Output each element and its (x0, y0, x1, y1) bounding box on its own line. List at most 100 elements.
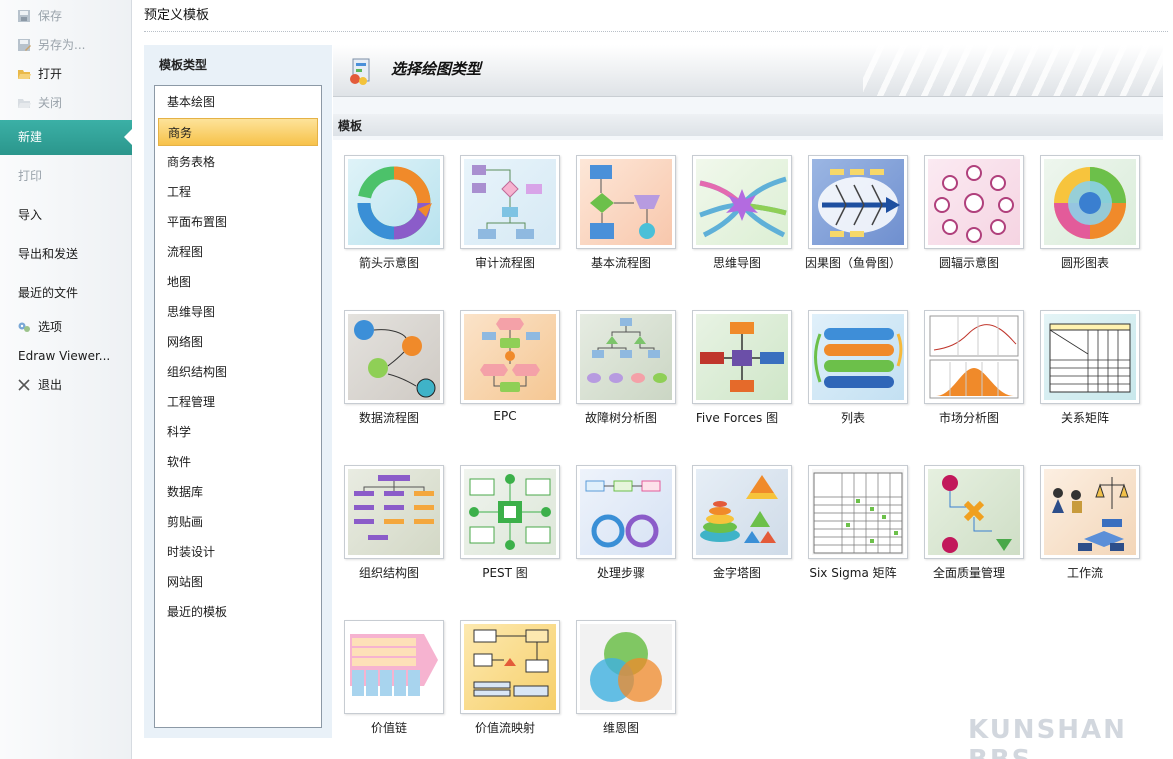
template-label: 因果图（鱼骨图） (804, 256, 901, 270)
epc-thumb (480, 318, 540, 392)
banner-stripes (863, 45, 1163, 96)
template-value-stream[interactable] (460, 620, 560, 714)
save-icon (18, 10, 30, 22)
template-label: 金字塔图 (712, 566, 761, 580)
templates-section-title: 模板 (338, 119, 363, 133)
type-item-business[interactable]: 商务 (158, 118, 318, 146)
type-item-org-chart[interactable]: 组织结构图 (158, 358, 318, 386)
template-market-analysis[interactable] (924, 310, 1024, 404)
template-venn[interactable] (576, 620, 676, 714)
template-pyramid[interactable] (692, 465, 792, 559)
fishbone-thumb (818, 169, 900, 237)
nav-exit-label: 退出 (38, 378, 63, 392)
template-mind-map[interactable] (692, 155, 792, 249)
type-item-basic-drawing[interactable]: 基本绘图 (158, 88, 318, 116)
nav-recent-files[interactable]: 最近的文件 (0, 280, 132, 306)
nav-import-label: 导入 (18, 208, 43, 222)
template-label: 基本流程图 (590, 256, 651, 270)
arrow-cycle-thumb (357, 166, 432, 240)
type-item-network[interactable]: 网络图 (158, 328, 318, 356)
template-workflow[interactable] (1040, 465, 1140, 559)
type-item-business-table[interactable]: 商务表格 (158, 148, 318, 176)
type-item-clipart[interactable]: 剪贴画 (158, 508, 318, 536)
template-audit-flowchart[interactable] (460, 155, 560, 249)
type-item-flowchart[interactable]: 流程图 (158, 238, 318, 266)
circle-chart-thumb (1054, 167, 1126, 239)
radial-thumb (934, 165, 1014, 243)
template-radial-diagram[interactable] (924, 155, 1024, 249)
template-label: 圆辐示意图 (938, 256, 999, 270)
five-forces-thumb (700, 322, 784, 392)
pest-thumb (469, 474, 551, 550)
type-item-database[interactable]: 数据库 (158, 478, 318, 506)
template-circle-chart[interactable] (1040, 155, 1140, 249)
nav-save-as-label: 另存为... (38, 38, 86, 52)
nav-import[interactable]: 导入 (0, 202, 132, 228)
type-item-recent-templates[interactable]: 最近的模板 (158, 598, 318, 626)
template-label: 市场分析图 (938, 411, 999, 425)
type-item-project-management[interactable]: 工程管理 (158, 388, 318, 416)
template-epc[interactable] (460, 310, 560, 404)
nav-print-label: 打印 (18, 169, 43, 183)
type-item-map[interactable]: 地图 (158, 268, 318, 296)
template-label: 列表 (840, 411, 865, 425)
template-label: 关系矩阵 (1060, 411, 1109, 425)
page-title: 预定义模板 (144, 8, 210, 23)
template-type-list: 基本绘图 商务 商务表格 工程 平面布置图 流程图 地图 思维导图 网络图 组织… (154, 85, 322, 728)
nav-open-label: 打开 (38, 67, 63, 81)
backstage-nav: 保存 另存为... 打开 关闭 新建 打印 导入 导出和发送 最近的文件 选项 … (0, 0, 132, 759)
banner-title: 选择绘图类型 (391, 60, 482, 78)
template-label: Six Sigma 矩阵 (809, 566, 897, 580)
template-label: 价值链 (370, 721, 407, 735)
template-cause-effect[interactable] (808, 155, 908, 249)
open-folder-icon (18, 70, 31, 79)
nav-export-send[interactable]: 导出和发送 (0, 241, 132, 267)
template-value-chain[interactable] (344, 620, 444, 714)
nav-edraw-viewer-label: Edraw Viewer... (18, 349, 111, 363)
template-relation-matrix[interactable] (1040, 310, 1140, 404)
nav-print[interactable]: 打印 (0, 163, 132, 189)
template-org-chart[interactable] (344, 465, 444, 559)
template-six-sigma[interactable] (808, 465, 908, 559)
template-data-flow[interactable] (344, 310, 444, 404)
nav-options[interactable]: 选项 (0, 314, 132, 340)
nav-open[interactable]: 打开 (0, 61, 132, 87)
nav-save[interactable]: 保存 (0, 3, 132, 29)
template-process-steps[interactable] (576, 465, 676, 559)
type-item-mind-map[interactable]: 思维导图 (158, 298, 318, 326)
type-item-fashion-design[interactable]: 时装设计 (158, 538, 318, 566)
type-item-floor-plan[interactable]: 平面布置图 (158, 208, 318, 236)
nav-exit[interactable]: 退出 (0, 372, 132, 398)
template-five-forces[interactable] (692, 310, 792, 404)
six-sigma-thumb (813, 472, 903, 554)
nav-close[interactable]: 关闭 (0, 90, 132, 116)
options-icon (18, 322, 30, 332)
template-list[interactable] (808, 310, 908, 404)
nav-edraw-viewer[interactable]: Edraw Viewer... (0, 343, 132, 369)
template-label: 处理步骤 (596, 566, 645, 580)
templates-section-bar (333, 114, 1163, 136)
type-item-science[interactable]: 科学 (158, 418, 318, 446)
template-label: 数据流程图 (358, 411, 419, 425)
save-as-icon (18, 39, 31, 51)
nav-save-as[interactable]: 另存为... (0, 32, 132, 58)
type-item-engineering[interactable]: 工程 (158, 178, 318, 206)
value-chain-thumb (350, 634, 438, 696)
template-label: 维恩图 (602, 721, 639, 735)
list-thumb (814, 328, 903, 388)
template-fault-tree[interactable] (576, 310, 676, 404)
nav-options-label: 选项 (38, 320, 63, 334)
template-basic-flowchart[interactable] (576, 155, 676, 249)
type-item-software[interactable]: 软件 (158, 448, 318, 476)
template-tqm[interactable] (924, 465, 1024, 559)
nav-new[interactable]: 新建 (0, 120, 132, 155)
template-arrow-diagram[interactable] (344, 155, 444, 249)
template-label: 全面质量管理 (932, 566, 1005, 580)
basic-flow-thumb (590, 165, 660, 239)
template-label: PEST 图 (482, 566, 528, 580)
template-label: 思维导图 (712, 256, 761, 270)
template-pest[interactable] (460, 465, 560, 559)
market-analysis-thumb (929, 315, 1019, 399)
nav-save-label: 保存 (38, 9, 63, 23)
type-item-website[interactable]: 网站图 (158, 568, 318, 596)
